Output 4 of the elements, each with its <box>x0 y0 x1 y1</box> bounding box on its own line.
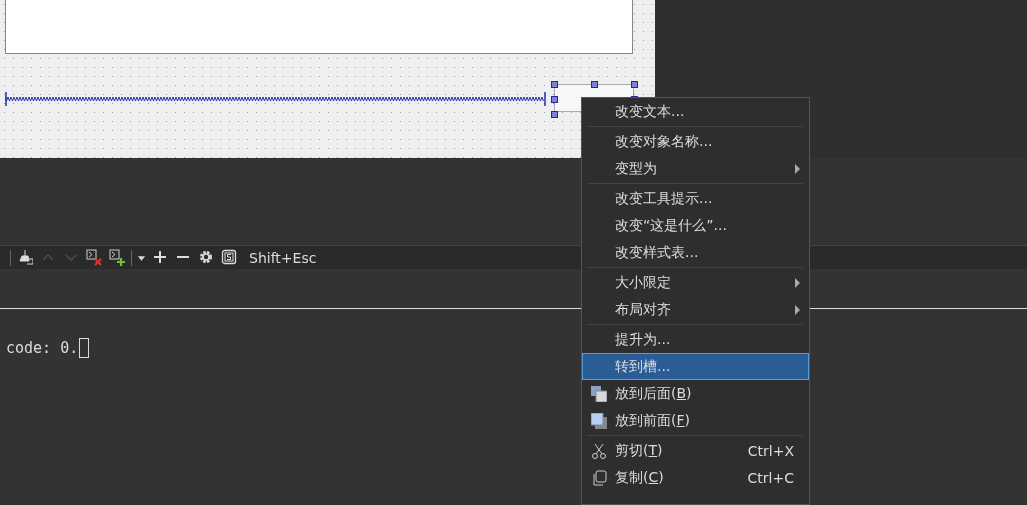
shortcut-label: Ctrl+X <box>747 442 794 459</box>
console-output: code: 0. <box>6 339 79 357</box>
shortcut-label: Ctrl+C <box>747 469 794 486</box>
shortcut-label: Shift+Esc <box>249 249 317 266</box>
